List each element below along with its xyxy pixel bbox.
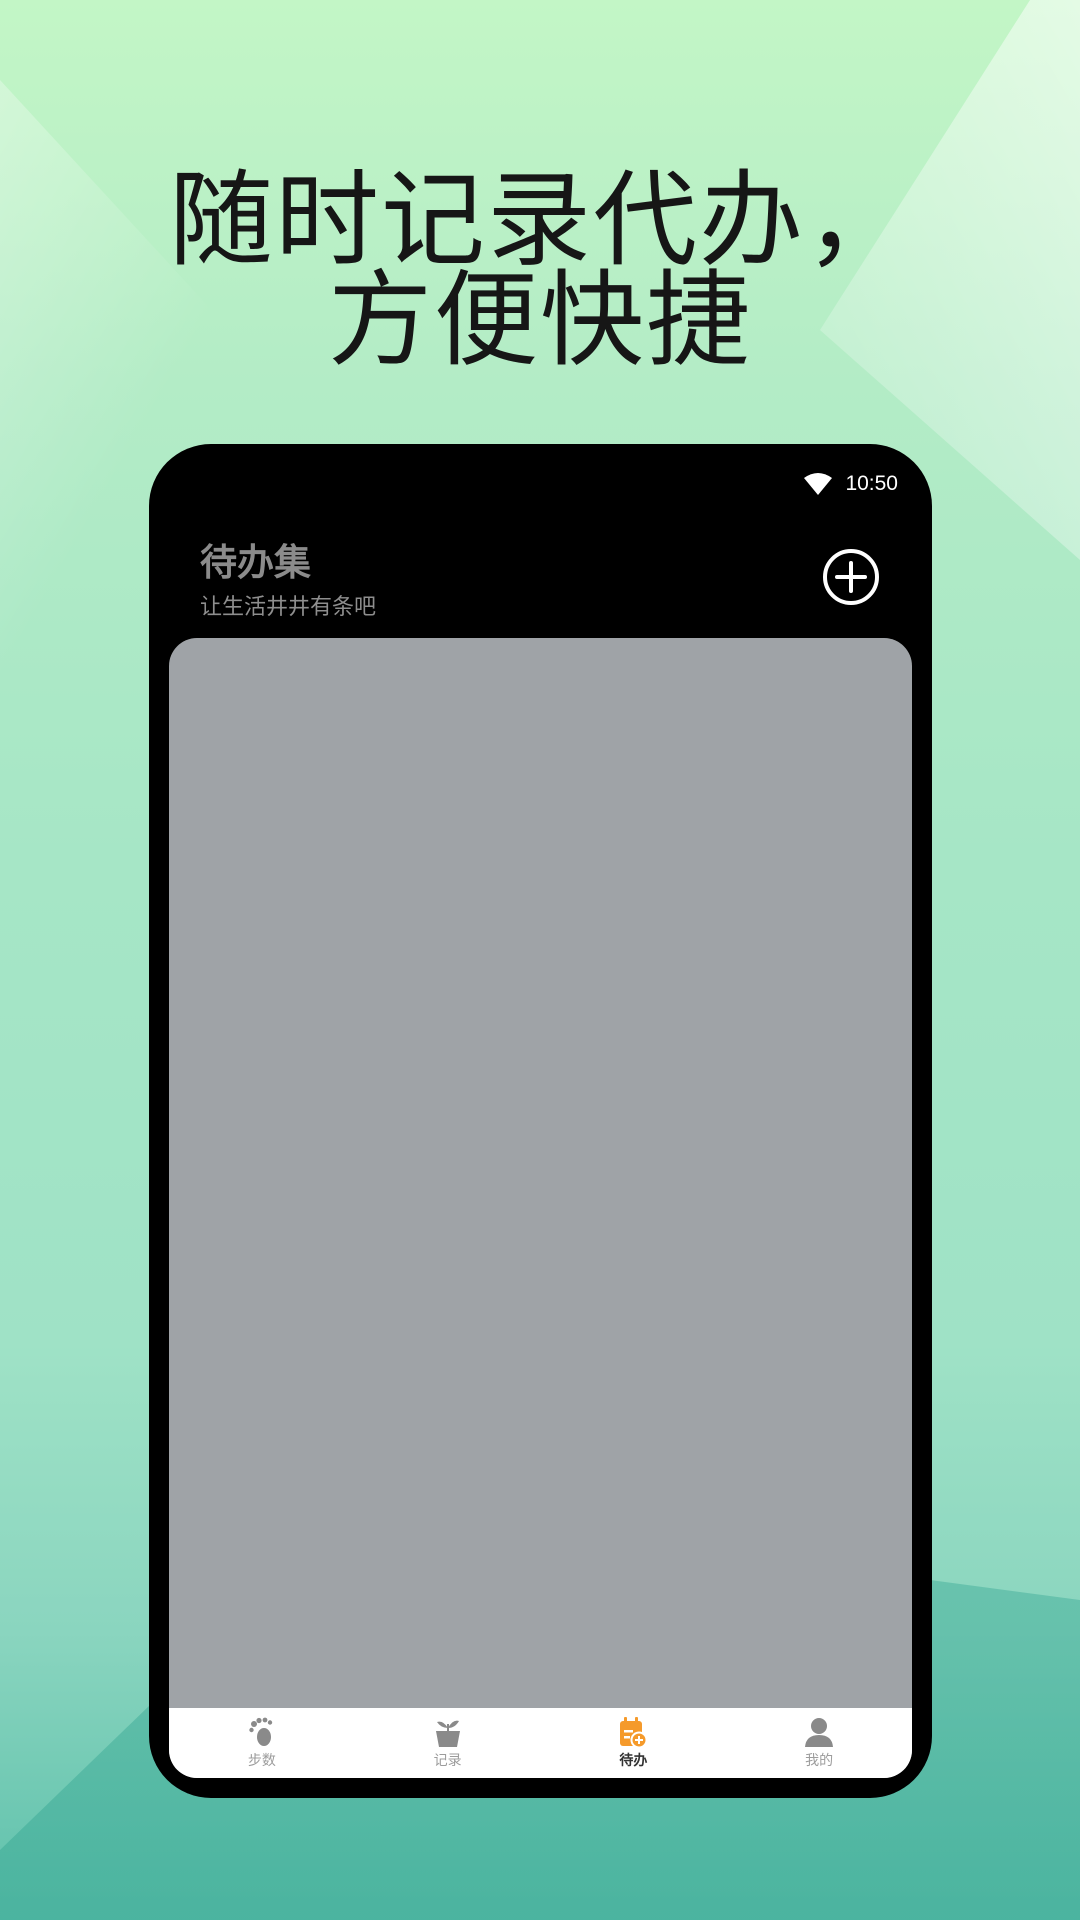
status-time: 10:50: [845, 472, 898, 495]
footprint-icon: [249, 1717, 273, 1746]
tab-records[interactable]: 记录: [355, 1708, 541, 1778]
tab-steps[interactable]: 步数: [169, 1708, 355, 1778]
todo-list-area: 步数 记录 待办 我的: [169, 638, 912, 1778]
promo-headline: 随时记录代办， 方便快捷: [0, 159, 1080, 381]
wifi-icon: [804, 473, 833, 495]
tab-records-label: 记录: [433, 1753, 462, 1769]
status-bar: 10:50: [803, 466, 898, 502]
page-subtitle: 让生活井井有条吧: [200, 595, 377, 620]
promo-headline-line2: 方便快捷: [327, 259, 752, 381]
tab-mine[interactable]: 我的: [726, 1708, 912, 1778]
plant-pot-icon: [435, 1720, 460, 1747]
tab-todo-label: 待办: [619, 1753, 648, 1769]
tab-mine-label: 我的: [805, 1753, 834, 1769]
plus-circle-icon: [823, 549, 879, 605]
promo-headline-line1: 随时记录代办，: [168, 159, 911, 281]
page-title: 待办集: [200, 541, 311, 584]
user-icon: [805, 1718, 834, 1747]
calendar-add-icon: [620, 1717, 648, 1748]
add-todo-button[interactable]: [822, 548, 880, 606]
bottom-tabbar: 步数 记录 待办 我的: [169, 1708, 912, 1778]
tab-steps-label: 步数: [247, 1753, 276, 1769]
tab-todo[interactable]: 待办: [541, 1708, 727, 1778]
phone-frame: 10:50 待办集 让生活井井有条吧 步数 记录 待办 我的: [149, 444, 932, 1798]
